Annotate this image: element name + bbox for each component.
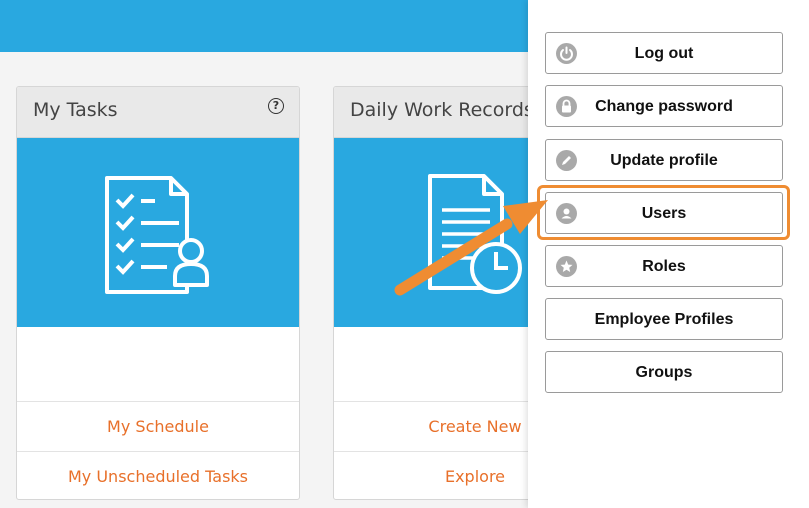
card-header: My Tasks ?: [17, 87, 299, 138]
employee-profiles-button[interactable]: Employee Profiles: [545, 298, 783, 340]
my-unscheduled-tasks-link[interactable]: My Unscheduled Tasks: [17, 452, 299, 499]
checklist-icon: [105, 176, 209, 294]
groups-button[interactable]: Groups: [545, 351, 783, 393]
card-title: My Tasks: [33, 99, 118, 121]
menu-item-label: Update profile: [610, 152, 718, 169]
tasks-illustration[interactable]: [17, 138, 299, 327]
my-schedule-link[interactable]: My Schedule: [17, 402, 299, 452]
help-icon[interactable]: ?: [268, 98, 284, 114]
update-profile-button[interactable]: Update profile: [545, 139, 783, 181]
pencil-icon: [556, 150, 577, 171]
roles-button[interactable]: Roles: [545, 245, 783, 287]
menu-item-label: Roles: [642, 258, 686, 275]
menu-item-label: Log out: [634, 45, 694, 62]
users-highlight-box: [537, 185, 790, 240]
card-title: Daily Work Records: [350, 99, 534, 121]
my-tasks-card: My Tasks ? My Schedule My Unscheduled Ta…: [16, 86, 300, 500]
menu-item-label: Change password: [595, 98, 733, 115]
lock-icon: [556, 96, 577, 117]
power-icon: [556, 43, 577, 64]
menu-item-label: Groups: [635, 364, 693, 381]
menu-item-label: Employee Profiles: [594, 311, 734, 328]
log-out-button[interactable]: Log out: [545, 32, 783, 74]
user-menu-panel: Log out Change password Update profile U…: [528, 0, 809, 508]
star-icon: [556, 256, 577, 277]
change-password-button[interactable]: Change password: [545, 85, 783, 127]
